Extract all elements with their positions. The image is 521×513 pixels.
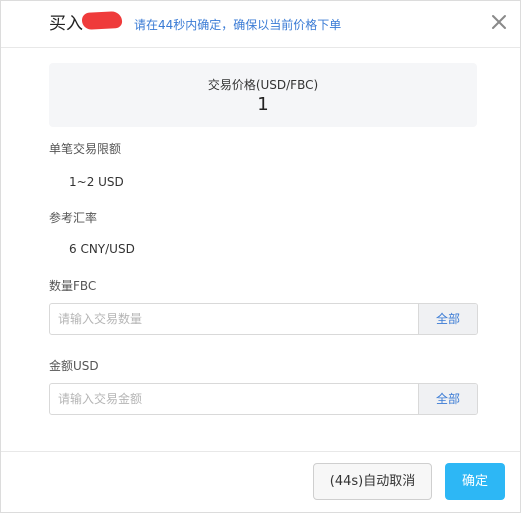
quantity-input-group: 全部 [49,303,478,335]
quantity-input[interactable] [50,304,420,334]
dialog-header: 买入 请在44秒内确定，确保以当前价格下单 [1,1,520,48]
redacted-mark [81,10,123,31]
quantity-all-button[interactable]: 全部 [418,304,477,334]
amount-input-group: 全部 [49,383,478,415]
auto-cancel-button[interactable]: (44s)自动取消 [313,463,432,500]
limit-value: 1~2 USD [69,175,124,189]
quantity-label: 数量FBC [49,279,97,293]
confirm-time-notice: 请在44秒内确定，确保以当前价格下单 [134,18,342,32]
confirm-button[interactable]: 确定 [445,463,505,500]
dialog-title: 买入 [49,14,83,34]
trade-price-label: 交易价格(USD/FBC) [207,78,319,92]
dialog-footer: (44s)自动取消 确定 [1,451,520,513]
limit-label: 单笔交易限额 [49,142,122,156]
amount-label: 金额USD [49,359,99,373]
trade-price-value: 1 [257,94,269,115]
buy-dialog: 买入 请在44秒内确定，确保以当前价格下单 交易价格(USD/FBC) 1 单笔… [0,0,521,513]
amount-all-button[interactable]: 全部 [418,384,477,414]
rate-value: 6 CNY/USD [69,242,135,256]
trade-price-panel: 交易价格(USD/FBC) 1 [49,63,477,127]
rate-label: 参考汇率 [49,211,98,225]
close-icon[interactable] [490,13,508,31]
amount-input[interactable] [50,384,420,414]
